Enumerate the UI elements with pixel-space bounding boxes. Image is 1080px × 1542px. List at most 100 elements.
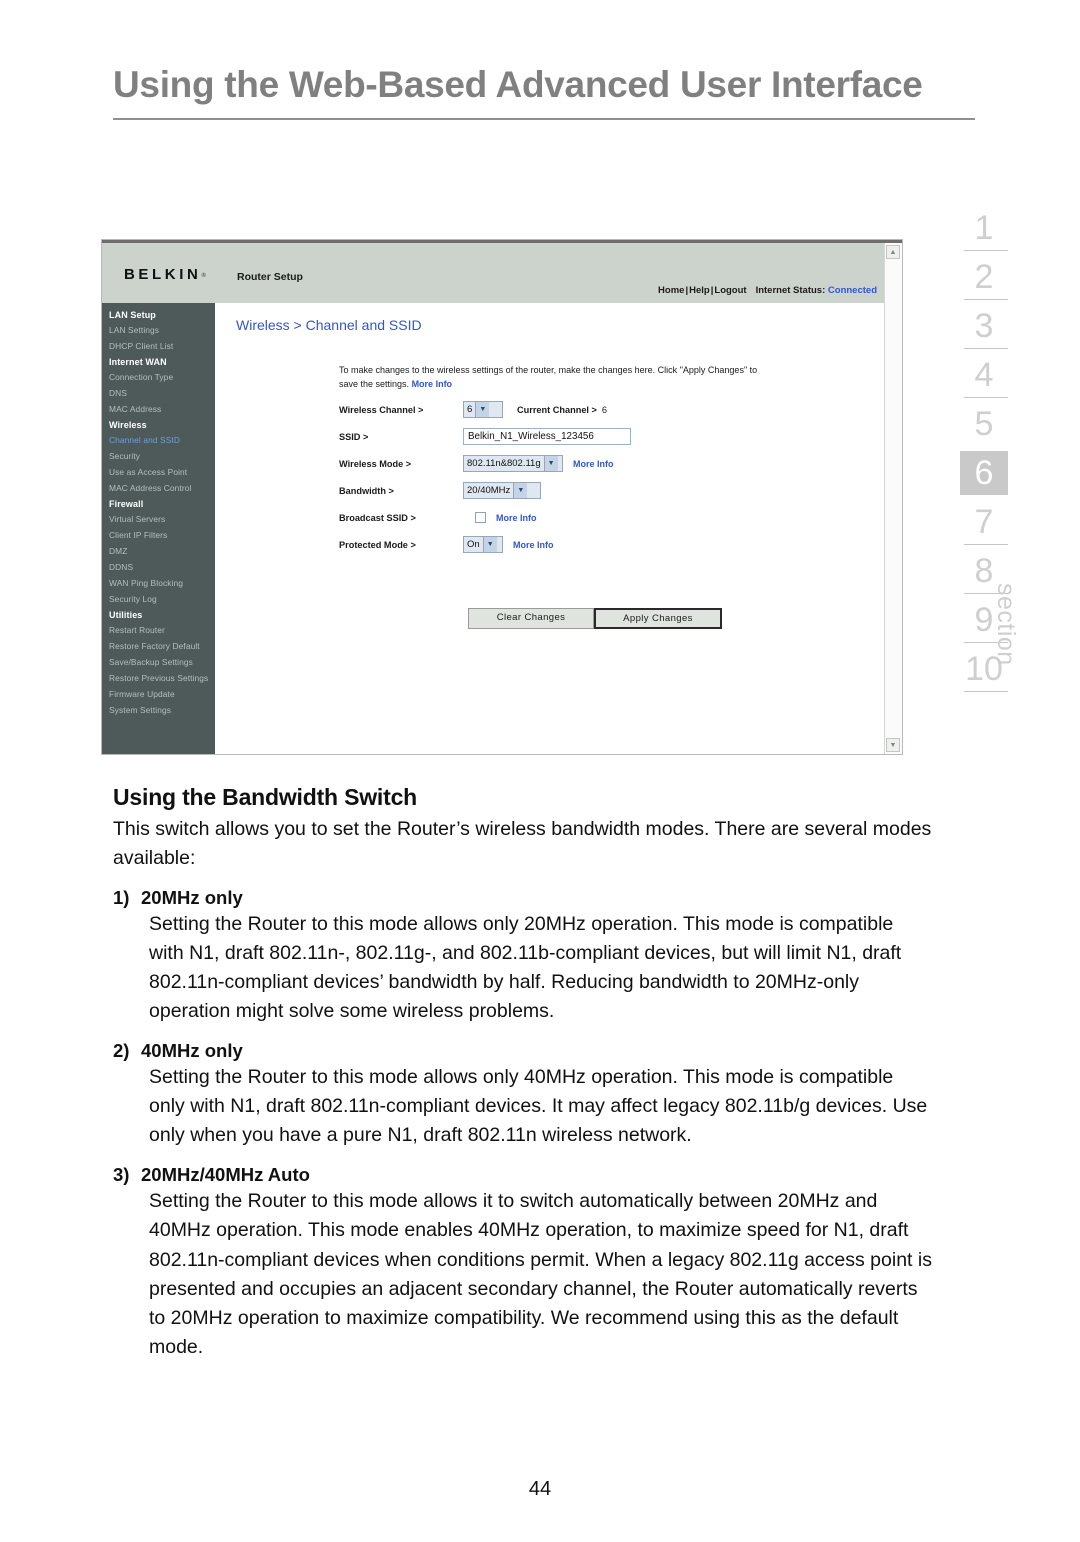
sidebar-item-virtual-servers[interactable]: Virtual Servers — [102, 511, 215, 527]
sidebar-item-security-log[interactable]: Security Log — [102, 591, 215, 607]
sidebar-item-channel-and-ssid[interactable]: Channel and SSID — [102, 432, 215, 448]
article-list-item: 2) 40MHz only Setting the Router to this m… — [113, 1040, 933, 1150]
section-number: 5 — [974, 405, 994, 443]
sidebar-item-mac-address[interactable]: MAC Address — [102, 401, 215, 417]
sidebar-item-restart-router[interactable]: Restart Router — [102, 622, 215, 638]
chevron-down-icon: ▼ — [482, 537, 497, 553]
sidebar-group-lan-setup: LAN Setup — [109, 310, 156, 320]
current-channel-label: Current Channel > — [517, 404, 597, 415]
article-item-heading: 3) 20MHz/40MHz Auto — [113, 1164, 933, 1186]
home-link[interactable]: Home — [658, 285, 684, 296]
sidebar-item-firmware-update[interactable]: Firmware Update — [102, 686, 215, 702]
current-channel-value: 6 — [601, 404, 608, 415]
article-list-item: 1) 20MHz only Setting the Router to this m… — [113, 887, 933, 1026]
sidebar-item-security[interactable]: Security — [102, 448, 215, 464]
article-item-body: Setting the Router to this mode allows o… — [149, 913, 902, 1023]
router-top-links: Home|Help|Logout Internet Status: Connect… — [658, 285, 877, 296]
broadcast-ssid-more-info-link[interactable]: More Info — [496, 513, 537, 523]
section-divider — [964, 348, 1008, 349]
bandwidth-row: Bandwidth > 20/40MHz ▼ — [339, 482, 877, 500]
page-title: Using the Web-Based Advanced User Interf… — [113, 64, 923, 105]
protected-mode-value: On — [467, 539, 480, 551]
breadcrumb: Wireless > Channel and SSID — [236, 317, 422, 333]
sidebar-item-restore-previous-settings[interactable]: Restore Previous Settings — [102, 670, 215, 686]
instructions-more-info-link[interactable]: More Info — [412, 379, 453, 389]
article-intro: This switch allows you to set the Router… — [113, 818, 932, 870]
page-number: 44 — [528, 1478, 552, 1500]
sidebar-item-dmz[interactable]: DMZ — [102, 543, 215, 559]
registered-mark-icon: ® — [201, 273, 206, 279]
help-link[interactable]: Help — [689, 285, 710, 296]
section-rail-item: 4 — [960, 353, 1012, 402]
article-item-title: 20MHz only — [141, 887, 243, 909]
link-separator-2: | — [710, 285, 714, 296]
sidebar-item-ddns[interactable]: DDNS — [102, 559, 215, 575]
wireless-mode-value: 802.11n&802.11g — [467, 458, 541, 470]
section-number: 1 — [974, 209, 994, 247]
settings-form: To make changes to the wireless settings… — [339, 364, 877, 554]
protected-mode-row: Protected Mode > On ▼ More Info — [339, 536, 877, 554]
sidebar-item-use-as-access-point[interactable]: Use as Access Point — [102, 464, 215, 480]
protected-mode-select[interactable]: On ▼ — [463, 536, 503, 554]
sidebar-item-system-settings[interactable]: System Settings — [102, 702, 215, 718]
router-sidebar[interactable]: LAN Setup LAN Settings DHCP Client List Int… — [102, 303, 215, 754]
sidebar-item-client-ip-filters[interactable]: Client IP Filters — [102, 527, 215, 543]
vertical-scrollbar[interactable]: ▲ ▼ — [884, 243, 902, 754]
article-item-index: 3) — [113, 1164, 130, 1186]
article-item-body: Setting the Router to this mode allows o… — [149, 1066, 928, 1147]
internet-status-value[interactable]: Connected — [828, 285, 877, 296]
ssid-label: SSID > — [339, 431, 369, 442]
sidebar-item-lan-settings[interactable]: LAN Settings — [102, 322, 215, 338]
link-separator-1: | — [685, 285, 689, 296]
article-item-index: 2) — [113, 1040, 130, 1062]
protected-mode-more-info-link[interactable]: More Info — [513, 540, 554, 550]
broadcast-ssid-checkbox[interactable] — [475, 512, 486, 524]
section-number: 6 — [960, 451, 1008, 495]
bandwidth-value: 20/40MHz — [467, 485, 511, 497]
router-ui-screenshot: BELKIN® Router Setup Home|Help|Logout Int… — [101, 239, 903, 755]
logout-link[interactable]: Logout — [714, 285, 746, 296]
scroll-up-arrow-icon[interactable]: ▲ — [886, 245, 900, 259]
sidebar-item-save-backup-settings[interactable]: Save/Backup Settings — [102, 654, 215, 670]
sidebar-item-dns[interactable]: DNS — [102, 385, 215, 401]
clear-changes-button[interactable]: Clear Changes — [468, 608, 594, 629]
sidebar-group-utilities: Utilities — [109, 610, 143, 620]
section-number: 4 — [974, 356, 994, 394]
bandwidth-select[interactable]: 20/40MHz ▼ — [463, 482, 541, 500]
scroll-down-arrow-icon[interactable]: ▼ — [886, 738, 900, 752]
sidebar-group-internet-wan: Internet WAN — [109, 357, 167, 367]
article-heading: Using the Bandwidth Switch — [113, 784, 418, 810]
form-actions: Clear Changes Apply Changes — [468, 608, 722, 629]
ssid-input[interactable]: Belkin_N1_Wireless_123456 — [463, 428, 631, 446]
article-item-title: 40MHz only — [141, 1040, 243, 1062]
section-divider — [964, 446, 1008, 447]
article-body: Using the Bandwidth Switch This switch a… — [113, 784, 933, 1362]
internet-status-label: Internet Status: — [755, 285, 826, 296]
section-number: 3 — [974, 307, 994, 345]
sidebar-group-firewall: Firewall — [109, 499, 144, 509]
chevron-down-icon: ▼ — [513, 483, 528, 499]
sidebar-item-wan-ping-blocking[interactable]: WAN Ping Blocking — [102, 575, 215, 591]
article-list-item: 3) 20MHz/40MHz Auto Setting the Router to … — [113, 1164, 933, 1361]
sidebar-item-connection-type[interactable]: Connection Type — [102, 369, 215, 385]
apply-changes-button[interactable]: Apply Changes — [594, 608, 722, 629]
section-divider — [964, 544, 1008, 545]
instructions-line-1: To make changes to the wireless settings… — [339, 365, 678, 375]
sidebar-item-dhcp-client-list[interactable]: DHCP Client List — [102, 338, 215, 354]
section-number: 7 — [974, 503, 994, 541]
section-divider — [964, 299, 1008, 300]
belkin-logo: BELKIN® — [124, 266, 206, 283]
wireless-channel-row: Wireless Channel > 6 ▼ Current Channel >… — [339, 401, 877, 419]
wireless-channel-select[interactable]: 6 ▼ — [463, 401, 503, 419]
wireless-mode-select[interactable]: 802.11n&802.11g ▼ — [463, 455, 563, 473]
chevron-down-icon: ▼ — [543, 456, 558, 472]
sidebar-group-wireless: Wireless — [109, 420, 147, 430]
wireless-mode-more-info-link[interactable]: More Info — [573, 459, 614, 469]
article-item-heading: 2) 40MHz only — [113, 1040, 933, 1062]
router-header-bar: BELKIN® Router Setup Home|Help|Logout Int… — [102, 243, 885, 303]
section-number: 2 — [974, 258, 994, 296]
header-divider — [113, 117, 975, 120]
wireless-mode-row: Wireless Mode > 802.11n&802.11g ▼ More I… — [339, 455, 877, 473]
sidebar-item-mac-address-control[interactable]: MAC Address Control — [102, 480, 215, 496]
sidebar-item-restore-factory-default[interactable]: Restore Factory Default — [102, 638, 215, 654]
